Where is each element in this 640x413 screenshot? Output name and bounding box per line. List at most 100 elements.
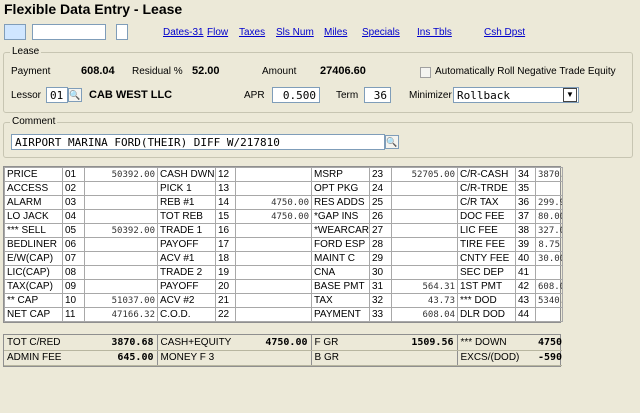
grid-value[interactable] [535,181,563,196]
apr-input[interactable]: 0.500 [272,87,320,103]
grid-index: 27 [369,223,392,238]
grid-value[interactable]: 51037.00 [84,293,158,308]
grid-value[interactable] [84,279,158,294]
grid-value[interactable]: 80.00 [535,209,563,224]
grid-value[interactable] [84,251,158,266]
grid-value[interactable] [235,181,312,196]
grid-value[interactable]: 30.00 [535,251,563,266]
totals-row: TOT C/RED 3870.68 CASH+EQUITY 4750.00 F GR 15… [4,335,562,351]
grid-value[interactable] [84,209,158,224]
chevron-down-icon[interactable]: ▼ [563,88,577,102]
grid-value[interactable] [235,279,312,294]
totals-value: 1509.56 [391,335,457,351]
grid-value[interactable] [235,167,312,182]
grid-label: PAYMENT [311,307,370,322]
auto-roll-label: Automatically Roll Negative Trade Equity [435,66,616,77]
grid-label: *GAP INS [311,209,370,224]
grid-value[interactable] [235,251,312,266]
grid-index: 34 [515,167,536,182]
grid-value[interactable] [391,181,458,196]
grid-value[interactable] [391,237,458,252]
grid-value[interactable] [391,251,458,266]
grid-value[interactable]: 327.00 [535,223,563,238]
grid-index: 09 [62,279,85,294]
grid-value[interactable] [235,265,312,280]
grid-value[interactable] [391,223,458,238]
term-input[interactable]: 36 [364,87,391,103]
grid-index: 07 [62,251,85,266]
grid-index: 44 [515,307,536,322]
grid-value[interactable]: 8.75 [535,237,563,252]
link-miles[interactable]: Miles [324,27,347,38]
lease-group: Lease Payment 608.04 Residual % 52.00 Am… [3,46,633,113]
grid-value[interactable]: 4750.00 [235,209,312,224]
grid-value[interactable] [84,181,158,196]
grid-value[interactable]: 564.31 [391,279,458,294]
grid-index: 24 [369,181,392,196]
small-field[interactable] [116,24,128,40]
grid-label: PICK 1 [157,181,216,196]
link-specials[interactable]: Specials [362,27,400,38]
magnifier-icon[interactable]: 🔍 [385,135,399,149]
grid-index: 11 [62,307,85,322]
entry-field[interactable] [32,24,106,40]
totals-value: 4750.00 [535,335,562,351]
payment-label: Payment [11,66,51,77]
grid-index: 40 [515,251,536,266]
grid-value[interactable]: 52705.00 [391,167,458,182]
amount-value: 27406.60 [320,65,366,77]
grid-label: TIRE FEE [457,237,516,252]
magnifier-icon[interactable]: 🔍 [68,88,82,102]
link-taxes[interactable]: Taxes [239,27,265,38]
grid-label: *** SELL [4,223,63,238]
grid-value[interactable]: 608.04 [535,279,563,294]
grid-index: 05 [62,223,85,238]
link-ins-tbls[interactable]: Ins Tbls [417,27,452,38]
grid-value[interactable] [535,265,563,280]
grid-value[interactable]: 299.98 [535,195,563,210]
totals-label: ADMIN FEE [4,350,84,366]
comment-input[interactable]: AIRPORT MARINA FORD(THEIR) DIFF W/217810 [11,134,385,150]
grid-value[interactable] [84,265,158,280]
grid-value[interactable] [235,293,312,308]
grid-label: TAX(CAP) [4,279,63,294]
grid-label: NET CAP [4,307,63,322]
link-dates[interactable]: Dates-31 [163,27,204,38]
grid-label: ACV #1 [157,251,216,266]
lessor-code-input[interactable]: 01 [46,87,68,103]
grid-index: 08 [62,265,85,280]
grid-value[interactable]: 50392.00 [84,223,158,238]
grid-value[interactable] [235,223,312,238]
selector-box[interactable] [4,24,26,40]
grid-value[interactable]: 3870.68 [535,167,563,182]
grid-value[interactable]: 5340.65 [535,293,563,308]
grid-label: C/R-TRDE [457,181,516,196]
totals-value: 4750.00 [235,335,311,351]
grid-label: CASH DWN [157,167,216,182]
residual-label: Residual % [132,66,183,77]
grid-label: CNTY FEE [457,251,516,266]
auto-roll-checkbox[interactable] [420,67,431,78]
grid-value[interactable] [391,195,458,210]
totals-value [391,350,457,366]
grid-value[interactable]: 4750.00 [235,195,312,210]
grid-value[interactable]: 47166.32 [84,307,158,322]
link-csh-dpst[interactable]: Csh Dpst [484,27,525,38]
grid-value[interactable] [235,237,312,252]
link-sls-num[interactable]: Sls Num [276,27,314,38]
minimizer-select[interactable]: Rollback [453,87,579,103]
grid-value[interactable]: 608.04 [391,307,458,322]
grid-value[interactable] [535,307,563,322]
grid-value[interactable] [235,307,312,322]
grid-value[interactable]: 43.73 [391,293,458,308]
grid-value[interactable] [391,209,458,224]
grid-value[interactable] [391,265,458,280]
table-row: NET CAP 11 47166.32 C.O.D. 22 PAYMENT 33 608.04… [4,307,563,322]
grid-value[interactable]: 50392.00 [84,167,158,182]
grid-value[interactable] [84,237,158,252]
grid-value[interactable] [84,195,158,210]
payment-value: 608.04 [81,65,115,77]
link-flow[interactable]: Flow [207,27,228,38]
grid-index: 21 [215,293,236,308]
grid-index: 16 [215,223,236,238]
